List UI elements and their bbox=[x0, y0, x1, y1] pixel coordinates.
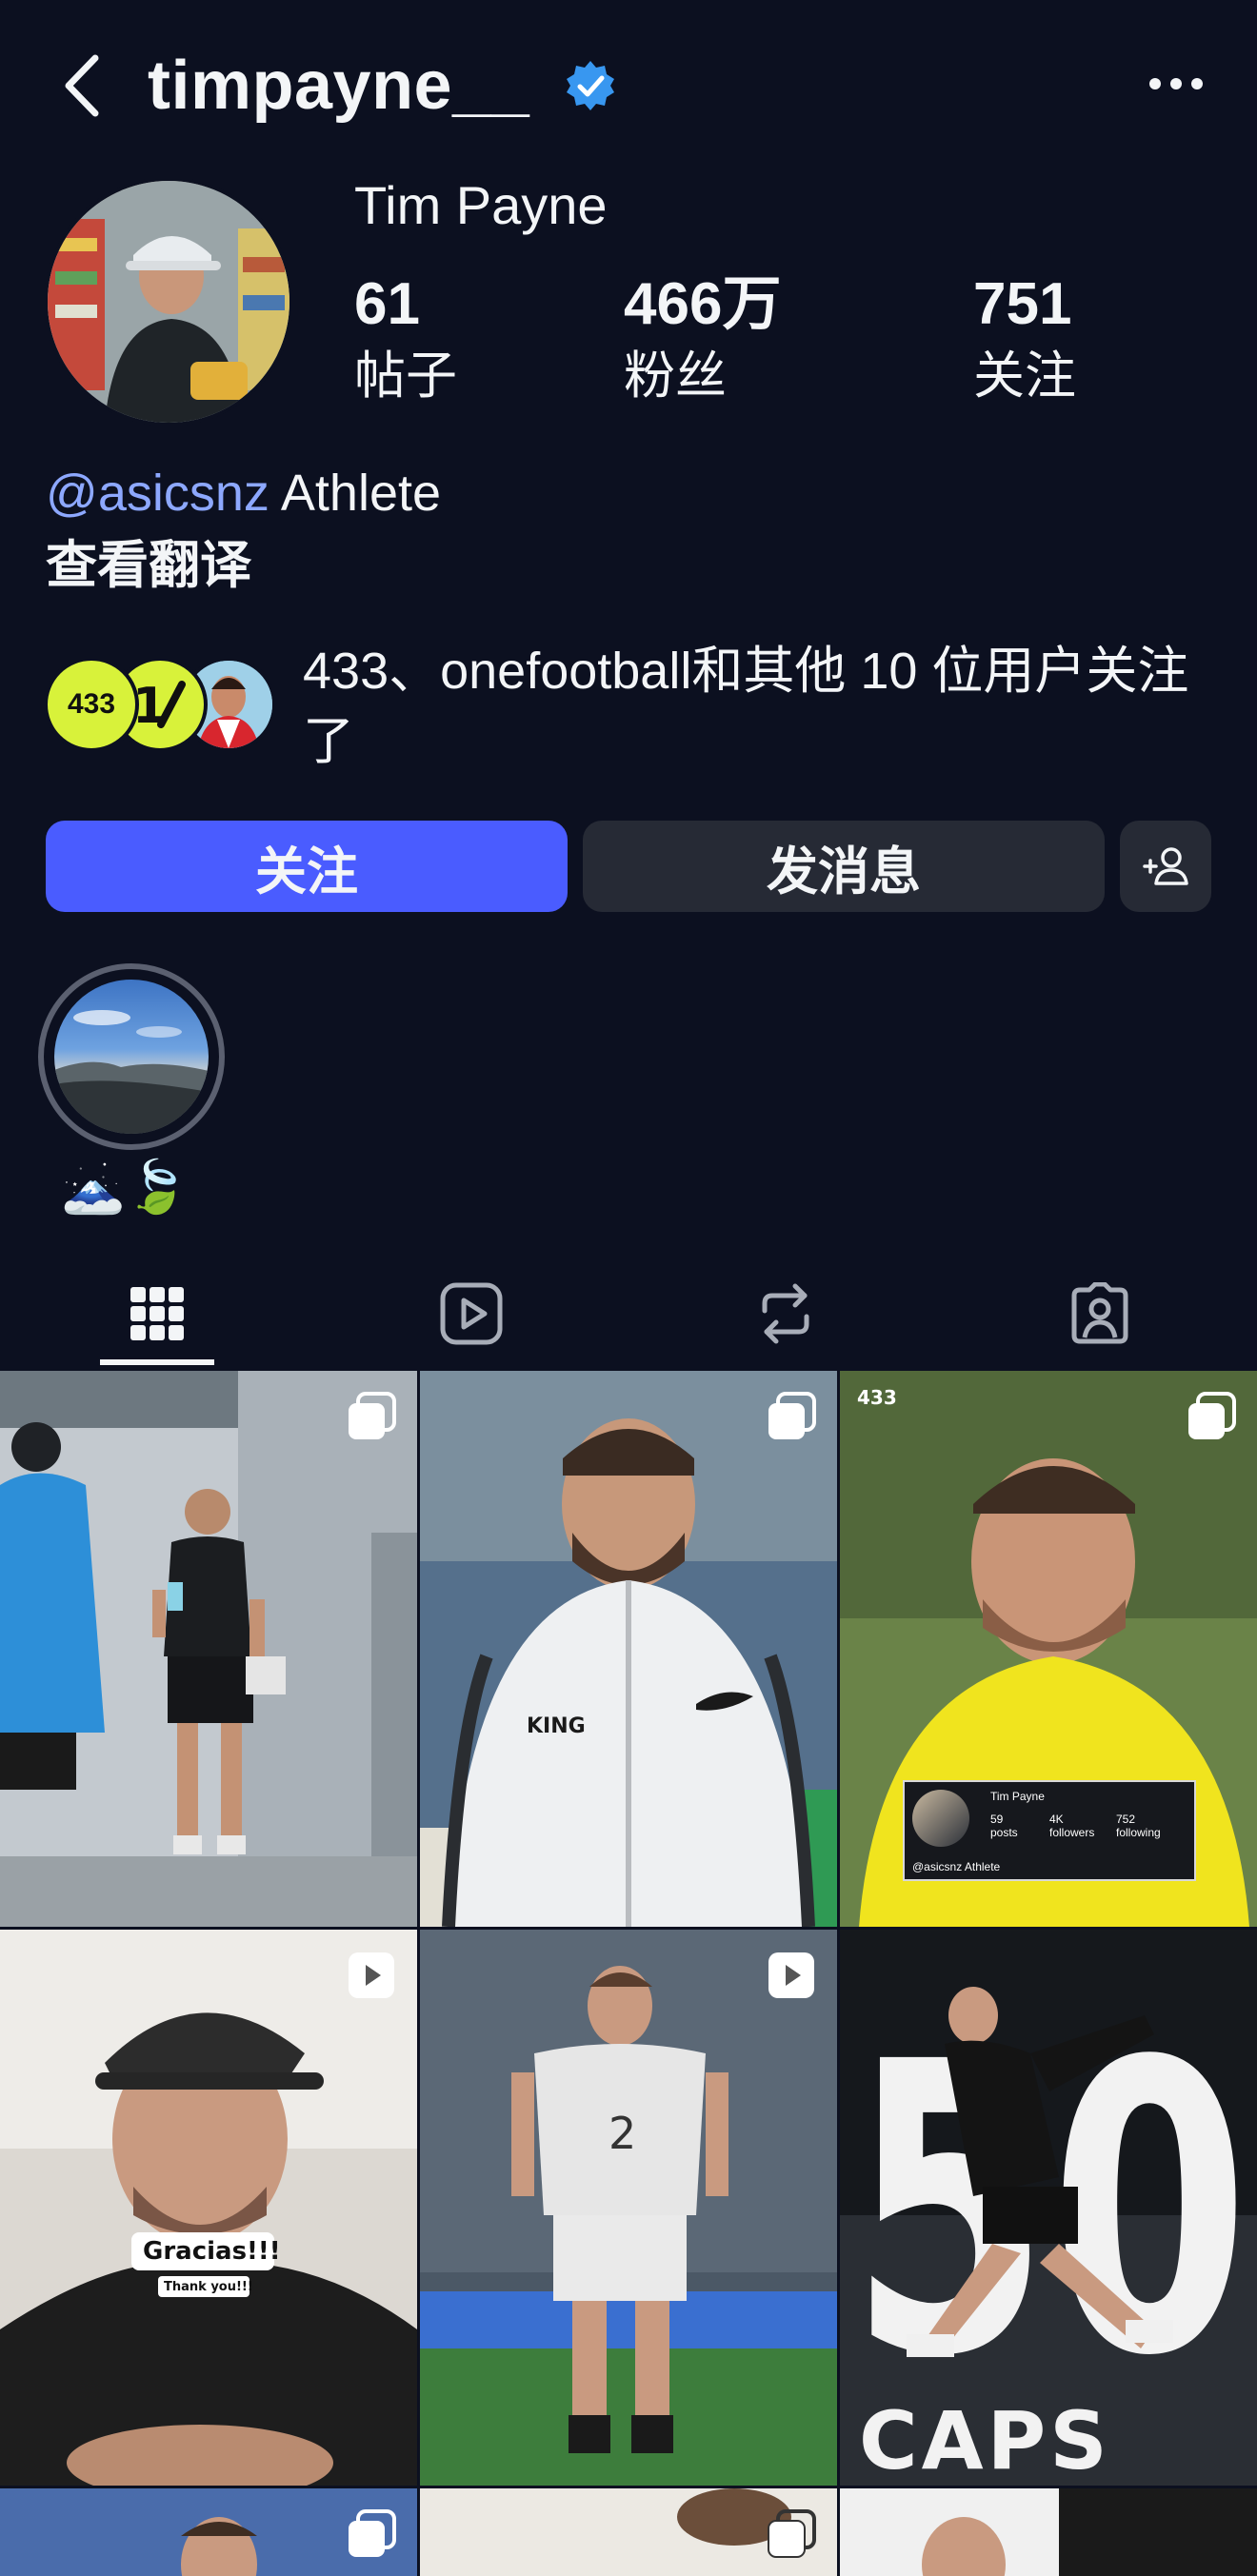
highlight-cover bbox=[54, 980, 209, 1134]
profile-tabs bbox=[0, 1257, 1257, 1371]
overlay-avatar bbox=[912, 1790, 969, 1847]
followed-avatar-433: 433 bbox=[44, 657, 139, 752]
active-tab-indicator bbox=[100, 1359, 214, 1365]
highlight-label: 🗻🍃 bbox=[61, 1159, 190, 1216]
post-tile[interactable] bbox=[840, 2488, 1257, 2576]
overlay-stat-posts: 59 posts bbox=[990, 1813, 1018, 1839]
post-tile[interactable]: KING bbox=[420, 1371, 837, 1927]
post-caption-thankyou: Thank you!!! bbox=[164, 2280, 253, 2294]
carousel-icon bbox=[768, 1392, 816, 1439]
post-image bbox=[0, 1930, 417, 2486]
carousel-icon bbox=[1188, 1392, 1236, 1439]
overlay-following-value: 752 bbox=[1116, 1813, 1136, 1826]
overlay-followers-value: 4K bbox=[1049, 1813, 1064, 1826]
stat-posts-label: 帖子 bbox=[354, 347, 457, 405]
carousel-icon bbox=[768, 2509, 816, 2558]
overlay-name: Tim Payne bbox=[990, 1790, 1045, 1803]
post-image bbox=[840, 2488, 1257, 2576]
profile-header: timpayne__ bbox=[0, 0, 1257, 171]
svg-text:2: 2 bbox=[609, 2108, 636, 2159]
stat-following-value: 751 bbox=[973, 271, 1072, 337]
overlay-stat-following: 752 following bbox=[1116, 1813, 1161, 1839]
bio-mention-link[interactable]: @asicsnz bbox=[46, 465, 269, 522]
repost-icon bbox=[762, 1283, 809, 1344]
post-watermark: 433 bbox=[857, 1386, 897, 1409]
stat-followers-label: 粉丝 bbox=[624, 347, 727, 405]
reel-icon bbox=[768, 1952, 814, 1998]
more-dots-icon bbox=[1149, 78, 1203, 89]
chevron-left-icon bbox=[65, 54, 99, 117]
followed-by-avatars[interactable]: 433 1 bbox=[44, 657, 282, 752]
grid-icon bbox=[130, 1287, 184, 1340]
stat-following-label: 关注 bbox=[973, 347, 1076, 405]
overlay-following-label: following bbox=[1116, 1826, 1161, 1839]
overlay-posts-value: 59 bbox=[990, 1813, 1004, 1826]
verified-badge-icon bbox=[567, 61, 614, 110]
overlay-bio: @asicsnz Athlete bbox=[912, 1860, 1001, 1873]
reel-icon bbox=[349, 1952, 394, 1998]
follow-button[interactable]: 关注 bbox=[46, 821, 568, 912]
post-tile[interactable]: 433 Tim Payne 59 posts 4K followers 752 fol… bbox=[840, 1371, 1257, 1927]
bio-text: Athlete bbox=[269, 465, 442, 522]
posts-grid: KING 433 Tim Payne 59 posts 4K followers 7… bbox=[0, 1371, 1257, 2576]
profile-avatar[interactable] bbox=[44, 177, 293, 426]
stat-posts[interactable]: 61 帖子 bbox=[354, 267, 457, 409]
stat-following[interactable]: 751 关注 bbox=[973, 267, 1076, 409]
post-overlay-card: Tim Payne 59 posts 4K followers 752 followi… bbox=[903, 1780, 1196, 1881]
tab-tagged[interactable] bbox=[943, 1257, 1257, 1371]
post-image: 2 bbox=[420, 1930, 837, 2486]
display-name: Tim Payne bbox=[354, 175, 608, 235]
post-image bbox=[0, 1371, 417, 1927]
carousel-icon bbox=[349, 2509, 396, 2557]
see-translation-link[interactable]: 查看翻译 bbox=[46, 527, 251, 604]
suggested-users-button[interactable] bbox=[1120, 821, 1211, 912]
svg-text:KING: KING bbox=[527, 1714, 586, 1738]
avatar-433-text: 433 bbox=[67, 688, 116, 720]
add-person-icon bbox=[1143, 847, 1188, 885]
tab-posts[interactable] bbox=[0, 1257, 314, 1371]
post-image: KING bbox=[420, 1371, 837, 1927]
back-button[interactable] bbox=[50, 48, 116, 124]
tab-reposts[interactable] bbox=[628, 1257, 943, 1371]
post-caption-gracias: Gracias!!! bbox=[143, 2237, 281, 2266]
post-caption-caps: CAPS bbox=[859, 2394, 1111, 2486]
post-tile[interactable]: 2 bbox=[420, 1930, 837, 2486]
post-tile[interactable]: Gracias!!! Thank you!!! bbox=[0, 1930, 417, 2486]
story-highlight[interactable] bbox=[38, 963, 225, 1150]
bio-line: @asicsnz Athlete bbox=[46, 455, 441, 531]
overlay-followers-label: followers bbox=[1049, 1826, 1095, 1839]
stat-posts-value: 61 bbox=[354, 271, 420, 337]
stat-followers[interactable]: 466万 粉丝 bbox=[624, 267, 781, 409]
overlay-stat-followers: 4K followers bbox=[1049, 1813, 1094, 1839]
stat-followers-value: 466万 bbox=[624, 271, 782, 337]
post-tile[interactable] bbox=[0, 2488, 417, 2576]
tagged-person-icon bbox=[1071, 1282, 1128, 1344]
avatar-photo bbox=[48, 181, 289, 423]
tab-reels[interactable] bbox=[314, 1257, 628, 1371]
highlight-cover-photo bbox=[54, 1010, 209, 1134]
username-title: timpayne__ bbox=[148, 48, 530, 124]
overlay-posts-label: posts bbox=[990, 1826, 1018, 1839]
play-icon bbox=[440, 1282, 503, 1345]
message-button[interactable]: 发消息 bbox=[583, 821, 1105, 912]
more-options-button[interactable] bbox=[1143, 55, 1209, 112]
post-tile[interactable] bbox=[0, 1371, 417, 1927]
post-tile[interactable]: 50 CAPS bbox=[840, 1930, 1257, 2486]
carousel-icon bbox=[349, 1392, 396, 1439]
post-tile[interactable] bbox=[420, 2488, 837, 2576]
followed-by-text[interactable]: 433、onefootball和其他 10 位用户关注了 bbox=[303, 636, 1217, 777]
